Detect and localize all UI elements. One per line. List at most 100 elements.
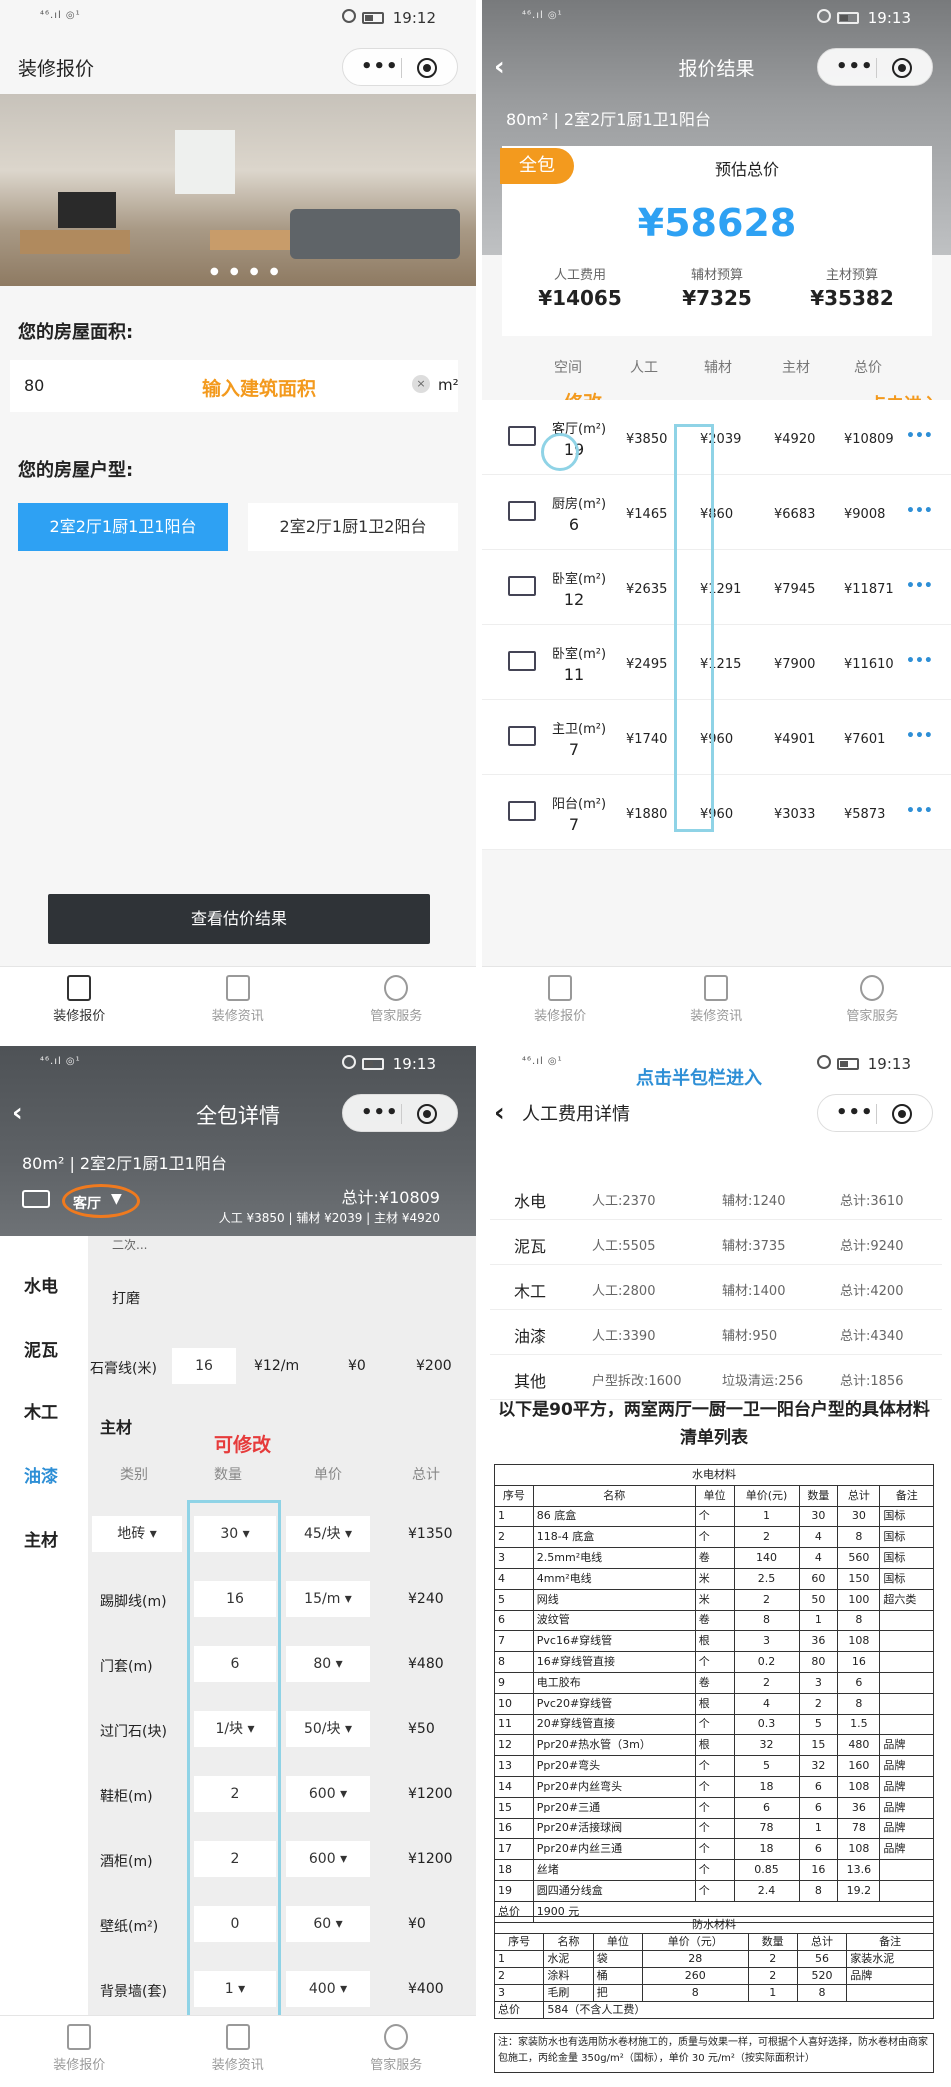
more-dots-icon[interactable]: ••• bbox=[906, 578, 933, 594]
gypsum-qty[interactable]: 16 bbox=[172, 1348, 236, 1384]
mini-program-capsule[interactable]: ••• bbox=[817, 1094, 933, 1132]
clear-icon[interactable]: × bbox=[412, 375, 430, 393]
table-cell: 16 bbox=[837, 1651, 881, 1673]
more-dots-icon[interactable]: ••• bbox=[906, 803, 933, 819]
table-cell: 78 bbox=[837, 1817, 881, 1840]
room-row[interactable]: 阳台(m²) 7 ¥1880 ¥960 ¥3033 ¥5873 ••• bbox=[482, 775, 951, 850]
table-cell: 卷 bbox=[694, 1547, 735, 1569]
mini-program-capsule[interactable]: ••• bbox=[342, 48, 458, 86]
labor-category-row[interactable]: 水电 人工:2370 辅材:1240 总计:3610 bbox=[490, 1176, 942, 1220]
table-cell: 波纹管 bbox=[532, 1609, 696, 1632]
area-input[interactable]: 80 输入建筑面积 × m² bbox=[10, 360, 459, 412]
table-cell: 国标 bbox=[879, 1505, 934, 1528]
more-icon[interactable]: ••• bbox=[836, 1104, 874, 1122]
banner-image[interactable] bbox=[0, 94, 476, 286]
price-select[interactable]: 60 ▾ bbox=[286, 1906, 370, 1942]
table-cell: 涂料 bbox=[543, 1967, 594, 1985]
type-option-1[interactable]: 2室2厅1厨1卫1阳台 bbox=[18, 503, 228, 551]
table-cell: 6 bbox=[733, 1796, 800, 1819]
quote-icon bbox=[67, 975, 92, 1001]
table-cell: 把 bbox=[592, 1984, 644, 2002]
mini-program-capsule[interactable]: ••• bbox=[342, 1094, 458, 1132]
table-cell: 国标 bbox=[879, 1567, 934, 1590]
room-area[interactable]: 12 bbox=[552, 590, 596, 609]
material-row: 过门石(块) 1/块 ▾ 50/块 ▾ ¥50 bbox=[88, 1701, 476, 1759]
price-select[interactable]: 80 ▾ bbox=[286, 1646, 370, 1682]
close-target-icon[interactable] bbox=[417, 58, 437, 78]
table-title: 防水材料 bbox=[494, 1916, 934, 1934]
table-cell: 品牌 bbox=[879, 1796, 934, 1819]
news-icon bbox=[225, 2024, 250, 2050]
table-cell bbox=[879, 1671, 934, 1694]
room-area[interactable]: 7 bbox=[552, 740, 596, 759]
back-icon[interactable]: ‹ bbox=[494, 1098, 505, 1128]
item-total: ¥240 bbox=[408, 1591, 444, 1607]
close-target-icon[interactable] bbox=[892, 1104, 912, 1124]
table-cell: Pvc20#穿线管 bbox=[532, 1692, 696, 1715]
room-selector[interactable]: 客厅 ▼ bbox=[62, 1184, 140, 1218]
sidebar-item[interactable]: 油漆 bbox=[24, 1462, 58, 1487]
room-area[interactable]: 6 bbox=[552, 515, 596, 534]
sidebar-item[interactable]: 泥瓦 bbox=[24, 1336, 58, 1361]
table-cell: 1 bbox=[493, 1950, 545, 1968]
tab-quote[interactable]: 装修报价 bbox=[0, 975, 159, 1024]
table-cell: Ppr20#弯头 bbox=[532, 1755, 696, 1777]
more-dots-icon[interactable]: ••• bbox=[906, 653, 933, 669]
table-row: 7 Pvc16#穿线管根 3 36 108 bbox=[494, 1630, 934, 1653]
room-row[interactable]: 卧室(m²) 12 ¥2635 ¥1291 ¥7945 ¥11871 ••• bbox=[482, 550, 951, 625]
table-cell bbox=[879, 1692, 934, 1715]
price-select[interactable]: 15/m ▾ bbox=[286, 1581, 370, 1617]
room-area[interactable]: 7 bbox=[552, 815, 596, 834]
labor-category-row[interactable]: 泥瓦 人工:5505 辅材:3735 总计:9240 bbox=[490, 1221, 942, 1265]
price-select[interactable]: 45/块 ▾ bbox=[286, 1516, 370, 1552]
tab-service[interactable]: 管家服务 bbox=[317, 975, 476, 1024]
more-dots-icon[interactable]: ••• bbox=[906, 428, 933, 444]
table-title: 水电材料 bbox=[494, 1464, 934, 1486]
room-row[interactable]: 厨房(m²) 6 ¥1465 ¥860 ¥6683 ¥9008 ••• bbox=[482, 475, 951, 550]
close-target-icon[interactable] bbox=[892, 58, 912, 78]
room-area[interactable]: 11 bbox=[552, 665, 596, 684]
table-cell: 2 bbox=[798, 1692, 839, 1715]
table-cell: 50 bbox=[798, 1588, 839, 1611]
sidebar-item[interactable]: 木工 bbox=[24, 1398, 58, 1423]
sidebar-item[interactable]: 主材 bbox=[24, 1526, 58, 1551]
tab-news[interactable]: 装修资讯 bbox=[638, 975, 794, 1024]
mini-program-capsule[interactable]: ••• bbox=[817, 48, 933, 86]
labor-category-row[interactable]: 木工 人工:2800 辅材:1400 总计:4200 bbox=[490, 1266, 942, 1310]
tab-service[interactable]: 管家服务 bbox=[794, 975, 950, 1024]
price-select[interactable]: 600 ▾ bbox=[286, 1776, 370, 1812]
price-select[interactable]: 50/块 ▾ bbox=[286, 1711, 370, 1747]
tab-news[interactable]: 装修资讯 bbox=[159, 2024, 318, 2073]
category-select[interactable]: 地砖 ▾ bbox=[92, 1516, 182, 1552]
highlight-qty bbox=[187, 1500, 281, 2044]
view-result-button[interactable]: 查看估价结果 bbox=[48, 894, 430, 944]
more-dots-icon[interactable]: ••• bbox=[906, 728, 933, 744]
room-row[interactable]: 卧室(m²) 11 ¥2495 ¥1215 ¥7900 ¥11610 ••• bbox=[482, 625, 951, 700]
table-cell: 4 bbox=[494, 1567, 534, 1590]
close-target-icon[interactable] bbox=[417, 1104, 437, 1124]
row-total: ¥11610 bbox=[844, 657, 894, 672]
tab-service[interactable]: 管家服务 bbox=[317, 2024, 476, 2073]
price-select[interactable]: 400 ▾ bbox=[286, 1971, 370, 2007]
tab-news[interactable]: 装修资讯 bbox=[159, 975, 318, 1024]
more-dots-icon[interactable]: ••• bbox=[906, 503, 933, 519]
table-row: 10 Pvc20#穿线管根 4 2 8 bbox=[494, 1692, 934, 1715]
price-select[interactable]: 600 ▾ bbox=[286, 1841, 370, 1877]
table-cell bbox=[879, 1713, 934, 1736]
type-option-2[interactable]: 2室2厅1厨1卫2阳台 bbox=[248, 503, 458, 551]
more-icon[interactable]: ••• bbox=[361, 1104, 399, 1122]
room-row[interactable]: 主卫(m²) 7 ¥1740 ¥960 ¥4901 ¥7601 ••• bbox=[482, 700, 951, 775]
tab-quote[interactable]: 装修报价 bbox=[482, 975, 638, 1024]
table-cell: 30 bbox=[837, 1505, 881, 1528]
labor-category-row[interactable]: 油漆 人工:3390 辅材:950 总计:4340 bbox=[490, 1311, 942, 1355]
sidebar-item[interactable]: 水电 bbox=[24, 1272, 58, 1297]
table-cell: 260 bbox=[642, 1967, 749, 1985]
more-icon[interactable]: ••• bbox=[361, 58, 399, 76]
more-icon[interactable]: ••• bbox=[836, 58, 874, 76]
tab-quote[interactable]: 装修报价 bbox=[0, 2024, 159, 2073]
table-cell: 8 bbox=[837, 1609, 881, 1632]
table-cell bbox=[879, 1630, 934, 1653]
labor-category-row[interactable]: 其他 户型拆改:1600 垃圾清运:256 总计:1856 bbox=[490, 1356, 942, 1400]
table-cell: 个 bbox=[694, 1775, 735, 1798]
table-row: 15 Ppr20#三通个 6 6 36 品牌 bbox=[494, 1796, 934, 1819]
